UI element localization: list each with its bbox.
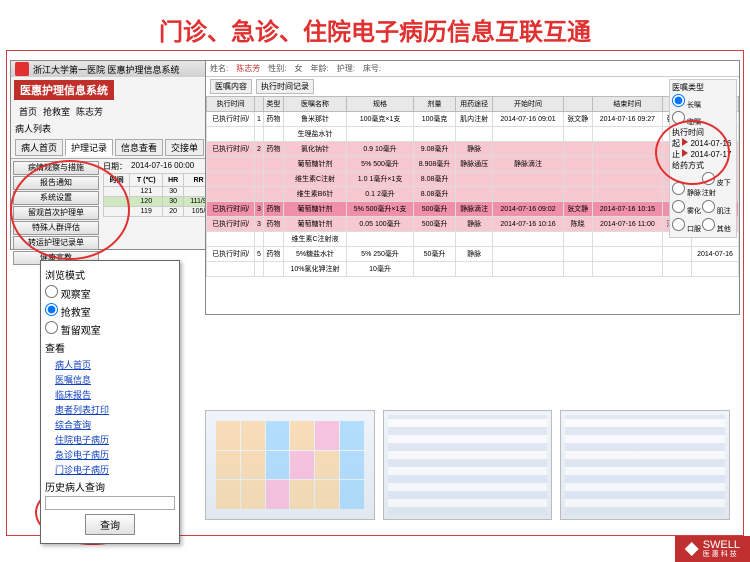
toolbar-home[interactable]: 首页 — [19, 105, 37, 118]
orders-column-header: 医嘱名称 — [284, 97, 347, 112]
col-time: 时间 — [104, 174, 130, 187]
view-title: 查看 — [45, 340, 175, 355]
orders-column-header: 开始时间 — [493, 97, 563, 112]
arrow-icon — [682, 149, 688, 157]
orders-column-header: 规格 — [346, 97, 413, 112]
orders-column-header: 用药途径 — [455, 97, 492, 112]
btn-system-settings[interactable]: 系统设置 — [13, 191, 99, 205]
patient-info-header: 姓名:陈志芳 性别:女 年龄: 护理: 床号: — [206, 61, 739, 77]
medication-orders-table: 执行时间类型医嘱名称规格剂量用药途径开始时间结束时间执行时间 已执行时间/1药物… — [206, 96, 739, 277]
order-row[interactable]: 10%氯化钾注射10毫升 — [207, 262, 739, 277]
route-option[interactable]: 皮下注射 — [702, 171, 732, 199]
query-button[interactable]: 查询 — [85, 514, 135, 535]
order-row[interactable]: 已执行时间/1药物鲁米那针100毫克×1支100毫克肌内注射2014-07-16… — [207, 112, 739, 127]
order-row[interactable]: 已执行时间/5药物5%糖盐水针5% 250毫升50毫升静脉2014-07-16 — [207, 247, 739, 262]
mode-rescue[interactable]: 抢救室 — [45, 302, 175, 320]
route-option[interactable]: 其他 — [702, 217, 732, 235]
order-row[interactable]: 维生素C注射1.0 1毫升×1支8.08毫升 — [207, 172, 739, 187]
to-date[interactable]: 2014-07-17 — [690, 150, 731, 159]
route-option[interactable]: 肌注 — [702, 199, 732, 217]
tab-handover[interactable]: 交接单 — [165, 139, 204, 156]
orders-column-header — [255, 97, 263, 112]
route-option[interactable]: 口服 — [672, 217, 702, 235]
orders-column-header: 类型 — [263, 97, 284, 112]
order-row[interactable]: 已执行时间/3药物葡萄糖针剂5% 500毫升×1支500毫升静脉滴注2014-0… — [207, 202, 739, 217]
link-order-info[interactable]: 医嘱信息 — [45, 372, 175, 387]
opt-long-term[interactable]: 长嘱 — [672, 93, 734, 111]
exec-time-label: 执行时间 — [672, 127, 734, 138]
btn-observation[interactable]: 病情观察与措施 — [13, 161, 99, 175]
order-type-label: 医嘱类型 — [672, 82, 734, 93]
footer-brand: SWELL 医惠科技 — [675, 536, 750, 562]
browse-mode-title: 浏览模式 — [45, 267, 175, 282]
route-option[interactable]: 雾化 — [672, 199, 702, 217]
order-row[interactable]: 已执行时间/3药物葡萄糖针剂0.05 100毫升500毫升静脉2014-07-1… — [207, 217, 739, 232]
function-button-stack: 病情观察与措施 报告通知 系统设置 留观首次护理单 特殊人群评估 转运护理记录单… — [11, 159, 101, 268]
link-outpatient-emr[interactable]: 门诊电子病历 — [45, 462, 175, 477]
col-temp: T (℃) — [130, 174, 163, 187]
order-row[interactable]: 维生素C注射液 — [207, 232, 739, 247]
orders-column-header: 剂量 — [414, 97, 456, 112]
brand-logo-icon — [685, 542, 699, 556]
orders-column-header: 结束时间 — [592, 97, 662, 112]
toolbar-patient[interactable]: 陈志芳 — [76, 105, 103, 118]
admin-route-label: 给药方式 — [672, 160, 734, 171]
date-value[interactable]: 2014-07-16 00:00 — [131, 161, 194, 172]
history-label: 历史病人查询 — [45, 479, 175, 494]
btn-first-nursing-sheet[interactable]: 留观首次护理单 — [13, 206, 99, 220]
mode-observation[interactable]: 观察室 — [45, 284, 175, 302]
order-row[interactable]: 维生素B6针0.1 2毫升8.08毫升 — [207, 187, 739, 202]
filter-panel: 医嘱类型 长嘱 临嘱 执行时间 起 2014-07-16 止 2014-07-1… — [669, 79, 737, 238]
arrow-icon — [682, 138, 688, 146]
orders-column-header: 执行时间 — [207, 97, 255, 112]
order-row[interactable]: 生理盐水针 — [207, 127, 739, 142]
date-label: 日期： — [103, 161, 127, 172]
from-date[interactable]: 2014-07-16 — [690, 139, 731, 148]
link-emergency-emr[interactable]: 急诊电子病历 — [45, 447, 175, 462]
link-comprehensive-query[interactable]: 综合查询 — [45, 417, 175, 432]
orders-column-header — [563, 97, 592, 112]
btn-special-assessment[interactable]: 特殊人群评估 — [13, 221, 99, 235]
btn-transport-record[interactable]: 转运护理记录单 — [13, 236, 99, 250]
browse-mode-popup: 浏览模式 观察室 抢救室 暂留观室 查看 病人首页 医嘱信息 临床报告 患者列表… — [40, 260, 180, 544]
thumbnail-2 — [383, 410, 553, 520]
system-name-banner: 医惠护理信息系统 — [14, 80, 114, 100]
tab-info-view[interactable]: 信息查看 — [115, 139, 163, 156]
mode-temp-observation[interactable]: 暂留观室 — [45, 320, 175, 338]
opt-temp[interactable]: 临嘱 — [672, 118, 701, 127]
col-hr: HR — [163, 174, 184, 187]
tab-nursing-record[interactable]: 护理记录 — [65, 139, 113, 156]
btn-report-notify[interactable]: 报告通知 — [13, 176, 99, 190]
route-option[interactable]: 静脉 — [672, 181, 702, 199]
link-patient-list-print[interactable]: 患者列表打印 — [45, 402, 175, 417]
link-patient-home[interactable]: 病人首页 — [45, 357, 175, 372]
link-clinical-report[interactable]: 临床报告 — [45, 387, 175, 402]
toolbar-rescue[interactable]: 抢救室 — [43, 105, 70, 118]
tab-exec-time-record[interactable]: 执行时间记录 — [256, 79, 314, 94]
tab-patient-home[interactable]: 病人首页 — [15, 139, 63, 156]
order-row[interactable]: 葡萄糖针剂5% 500毫升8.908毫升静脉通压静脉滴注 — [207, 157, 739, 172]
window-breadcrumb: 浙江大学第一医院 医惠护理信息系统 — [33, 63, 180, 76]
app-logo-icon — [15, 62, 29, 76]
history-search-input[interactable] — [45, 496, 175, 510]
order-row[interactable]: 已执行时间/2药物氯化钠针0.9 10毫升9.08毫升静脉2014-07-16 — [207, 142, 739, 157]
screenshot-thumbnails — [205, 410, 730, 520]
orders-window: 姓名:陈志芳 性别:女 年龄: 护理: 床号: 医嘱内容 执行时间记录 执行时间… — [205, 60, 740, 315]
link-inpatient-emr[interactable]: 住院电子病历 — [45, 432, 175, 447]
thumbnail-1 — [205, 410, 375, 520]
tab-order-content[interactable]: 医嘱内容 — [210, 79, 252, 94]
thumbnail-3 — [560, 410, 730, 520]
